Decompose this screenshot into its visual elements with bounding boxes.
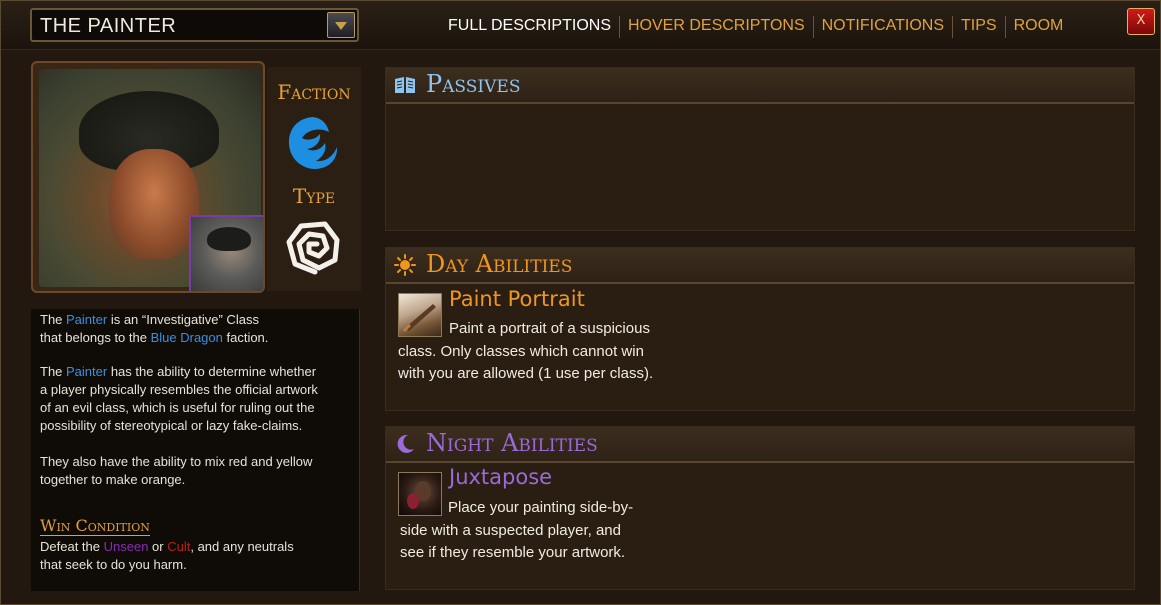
- faction-link: Blue Dragon: [150, 330, 223, 345]
- ability-desc-line: class. Only classes which cannot win: [398, 342, 644, 360]
- ability-desc-line: with you are allowed (1 use per class).: [398, 365, 654, 382]
- class-meta-panel: Faction Type: [267, 67, 361, 291]
- class-info-window: THE PAINTER FULL DESCRIPTIONS HOVER DESC…: [0, 0, 1161, 605]
- class-selector[interactable]: THE PAINTER: [30, 8, 359, 42]
- day-abilities-section: Day Abilities Paint Portrait Paint a por…: [385, 247, 1135, 411]
- class-description-panel: The Painter is an “Investigative” Class …: [31, 309, 360, 591]
- book-icon: [395, 77, 415, 93]
- desc-text: has the ability to determine whether: [107, 364, 317, 379]
- juxtapose-name: Juxtapose: [449, 465, 553, 489]
- ability-desc-line: side with a suspected player, and: [400, 521, 621, 539]
- portrait-face: [109, 149, 199, 259]
- desc-text: that belongs to the: [40, 330, 151, 345]
- win-condition-text: Defeat the Unseen or Cult, and any neutr…: [40, 538, 350, 574]
- desc-text: The: [40, 312, 67, 327]
- faction-link-unseen: Unseen: [103, 539, 149, 554]
- chevron-down-icon[interactable]: [327, 12, 355, 38]
- night-abilities-section: Night Abilities Juxtapose Place your pai…: [385, 426, 1135, 590]
- class-name: THE PAINTER: [40, 15, 177, 37]
- desc-text: They also have the ability to mix red an…: [40, 454, 313, 469]
- sun-icon: [394, 254, 416, 276]
- close-button[interactable]: X: [1127, 8, 1155, 35]
- class-portrait-frame: [31, 61, 265, 293]
- portrait-thumbnail: [189, 215, 263, 291]
- juxtapose-description: Place your painting side-by- side with a…: [400, 497, 633, 565]
- desc-paragraph-1: The Painter is an “Investigative” Class …: [40, 311, 350, 347]
- desc-text: of an evil class, which is useful for ru…: [40, 400, 315, 415]
- top-bar: THE PAINTER FULL DESCRIPTIONS HOVER DESC…: [1, 1, 1160, 50]
- passives-section: Passives: [385, 67, 1135, 231]
- ability-desc-line: Paint a portrait of a suspicious: [449, 320, 650, 337]
- night-abilities-title: Night Abilities: [426, 429, 598, 457]
- desc-text: that seek to do you harm.: [40, 557, 187, 572]
- paint-portrait-name: Paint Portrait: [449, 287, 585, 311]
- tab-bar: FULL DESCRIPTIONS HOVER DESCRIPTONS NOTI…: [448, 16, 1071, 38]
- desc-text: Defeat the: [40, 539, 104, 554]
- desc-paragraph-2: The Painter has the ability to determine…: [40, 363, 350, 435]
- class-link: Painter: [66, 312, 108, 327]
- desc-paragraph-3: They also have the ability to mix red an…: [40, 453, 350, 489]
- day-abilities-header: Day Abilities: [386, 248, 1134, 284]
- night-abilities-header: Night Abilities: [386, 427, 1134, 463]
- type-label: Type: [292, 184, 336, 208]
- desc-text: possibility of stereotypical or lazy fak…: [40, 418, 303, 433]
- win-condition-title: Win Condition: [40, 516, 150, 536]
- passives-header: Passives: [386, 68, 1134, 104]
- blue-dragon-icon: [288, 117, 338, 169]
- tab-full-descriptions[interactable]: FULL DESCRIPTIONS: [448, 16, 620, 38]
- desc-text: together to make orange.: [40, 472, 186, 487]
- desc-text: is an “Investigative” Class: [107, 312, 259, 327]
- desc-text: faction.: [222, 330, 269, 345]
- moon-icon: [397, 434, 414, 453]
- desc-text: a player physically resembles the offici…: [40, 382, 318, 397]
- tab-hover-descriptions[interactable]: HOVER DESCRIPTONS: [620, 16, 814, 38]
- faction-link-cult: Cult: [167, 539, 191, 554]
- tab-room[interactable]: ROOM: [1006, 16, 1072, 38]
- faction-label: Faction: [277, 80, 351, 104]
- ability-desc-line: Place your painting side-by-: [448, 499, 634, 516]
- desc-text: or: [148, 539, 168, 554]
- paint-portrait-description: Paint a portrait of a suspicious class. …: [398, 318, 653, 386]
- desc-text: , and any neutrals: [190, 539, 294, 554]
- class-link: Painter: [66, 364, 108, 379]
- passives-title: Passives: [426, 70, 521, 98]
- day-abilities-title: Day Abilities: [426, 250, 573, 278]
- desc-text: The: [40, 364, 67, 379]
- tab-tips[interactable]: TIPS: [953, 16, 1006, 38]
- tab-notifications[interactable]: NOTIFICATIONS: [814, 16, 953, 38]
- investigative-spiral-icon: [286, 221, 340, 275]
- ability-desc-line: see if they resemble your artwork.: [400, 544, 626, 561]
- thumbnail-hat: [207, 227, 251, 251]
